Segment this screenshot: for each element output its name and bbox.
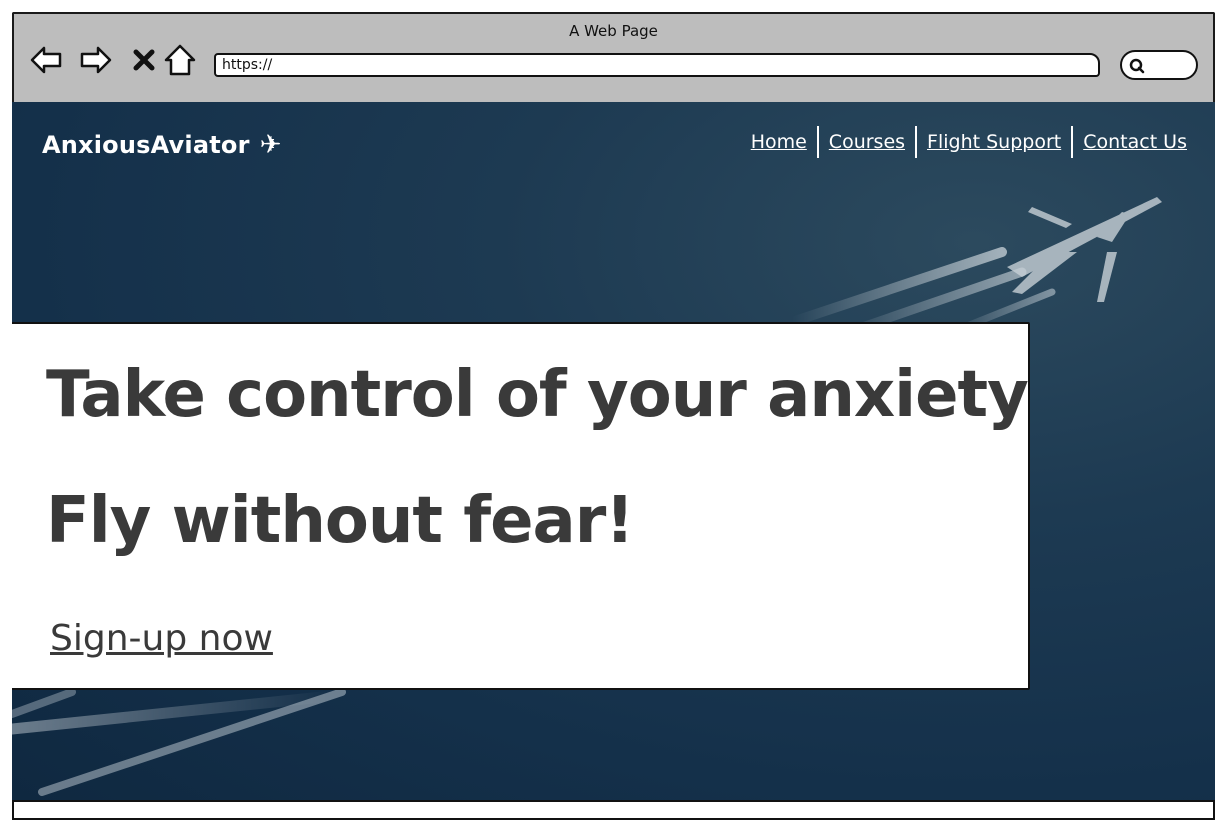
hero-section: AnxiousAviator ✈ Home Courses Flight Sup… [12, 102, 1215, 802]
nav-link-contact-us[interactable]: Contact Us [1083, 131, 1187, 153]
next-section-edge [12, 800, 1215, 820]
hero-headline: Take control of your anxiety [46, 358, 1029, 432]
home-icon[interactable] [162, 42, 198, 78]
brand-name: AnxiousAviator [42, 131, 250, 159]
airplane-logo-icon: ✈ [259, 130, 282, 160]
address-bar[interactable]: https:// [214, 53, 1100, 77]
close-x-icon[interactable] [126, 42, 162, 78]
window-title: A Web Page [569, 22, 658, 40]
nav-divider [915, 126, 918, 158]
search-icon [1129, 58, 1145, 74]
hero-subheadline: Fly without fear! [46, 484, 634, 558]
hero-card: Take control of your anxiety Fly without… [12, 322, 1030, 690]
nav-divider [1071, 126, 1074, 158]
back-arrow-icon[interactable] [28, 42, 64, 78]
nav-divider [816, 126, 819, 158]
nav-link-home[interactable]: Home [751, 131, 807, 153]
site-logo[interactable]: AnxiousAviator ✈ [42, 130, 282, 160]
signup-link[interactable]: Sign-up now [50, 618, 273, 659]
browser-toolbar: A Web Page https:// [14, 14, 1213, 102]
nav-link-courses[interactable]: Courses [829, 131, 905, 153]
airplane-icon [1007, 197, 1162, 302]
browser-search-box[interactable] [1120, 50, 1198, 80]
main-navigation: Home Courses Flight Support Contact Us [751, 126, 1187, 158]
forward-arrow-icon[interactable] [78, 42, 114, 78]
nav-link-flight-support[interactable]: Flight Support [927, 131, 1061, 153]
